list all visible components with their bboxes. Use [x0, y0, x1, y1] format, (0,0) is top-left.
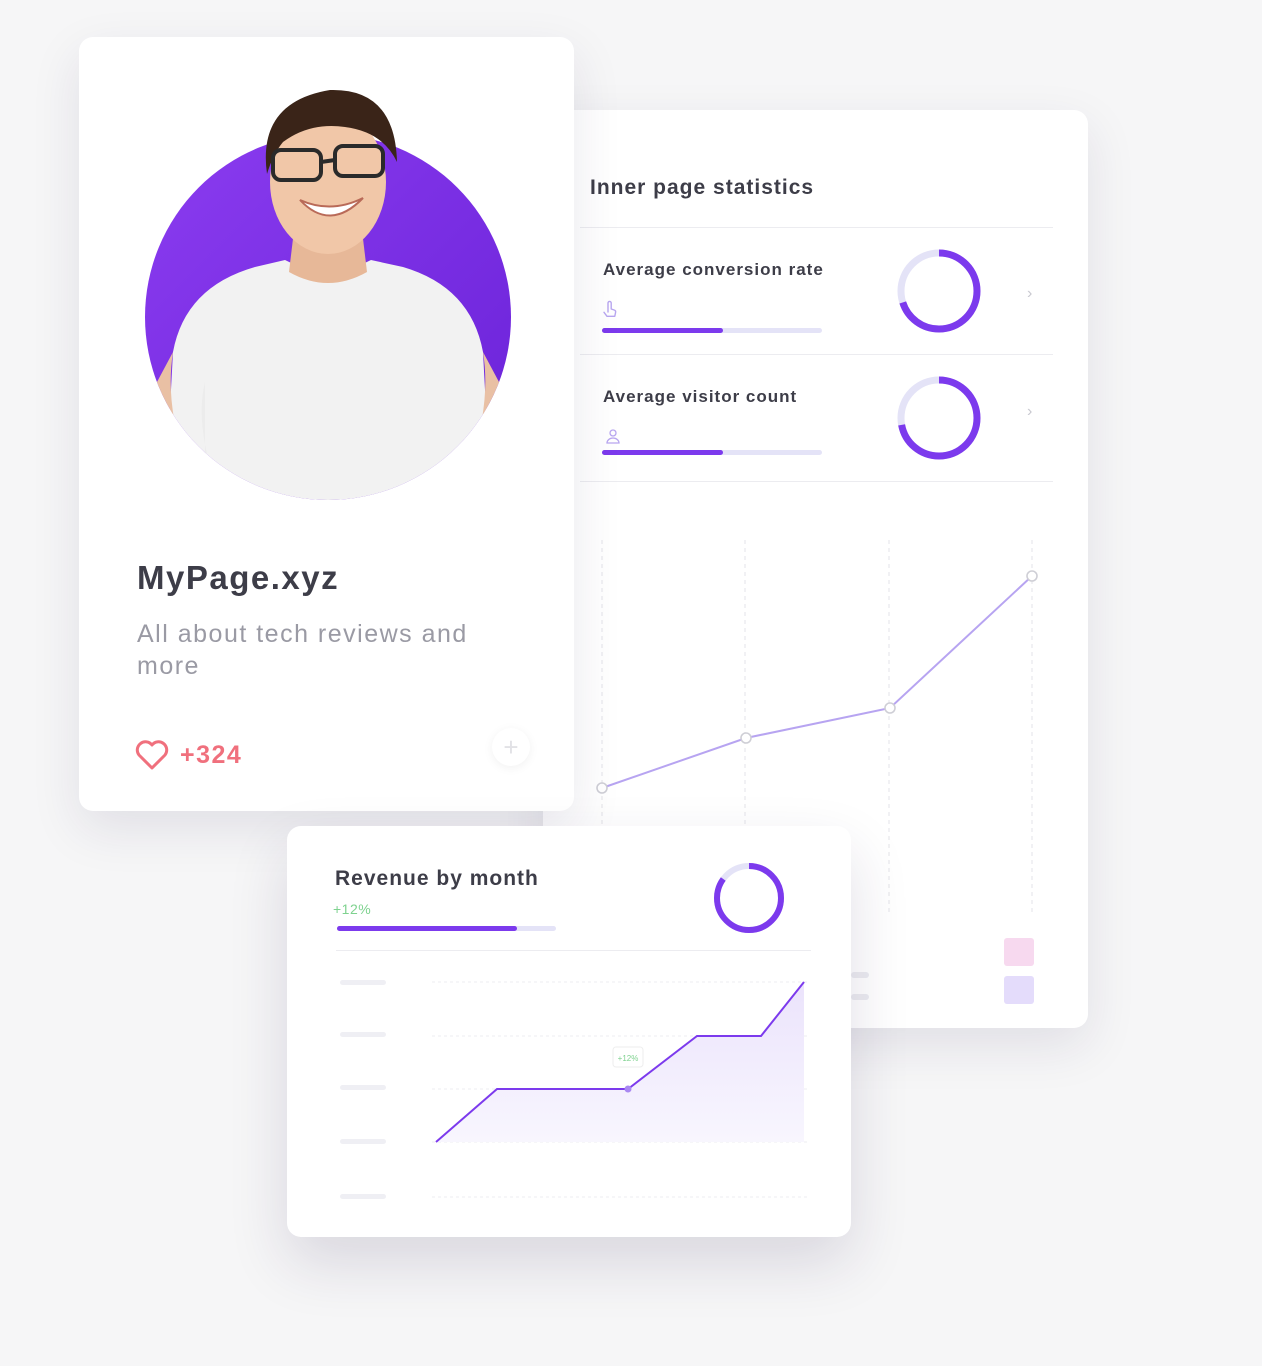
chevron-right-icon[interactable]: › [1027, 403, 1032, 421]
revenue-area-chart: +12% [340, 980, 807, 1199]
divider [580, 481, 1053, 482]
metric-label: Average conversion rate [603, 260, 824, 279]
divider [580, 354, 1053, 355]
add-button[interactable]: + [492, 728, 530, 766]
heart-icon[interactable] [135, 739, 169, 771]
chart-tooltip-label: +12% [618, 1054, 639, 1063]
revenue-progress-fill [337, 926, 517, 931]
conversion-donut-chart [897, 249, 981, 333]
revenue-donut-chart [714, 863, 784, 933]
user-icon [606, 429, 620, 444]
divider [336, 950, 811, 951]
chart-point [624, 1085, 632, 1093]
chart-point [884, 702, 896, 714]
visitors-progress-fill [602, 450, 723, 455]
visitors-progress-bar [602, 450, 822, 455]
conversion-progress-bar [602, 328, 822, 333]
chart-point [1026, 570, 1038, 582]
visitors-donut-chart [897, 376, 981, 460]
site-tagline: All about tech reviews and more [137, 620, 468, 680]
divider [580, 227, 1053, 228]
metric-label: Average visitor count [603, 387, 798, 406]
chart-point [740, 732, 752, 744]
site-name: MyPage.xyz [137, 559, 340, 596]
stats-title: Inner page statistics [590, 176, 815, 199]
like-count: +324 [180, 741, 243, 769]
chart-point [596, 782, 608, 794]
chart-line [601, 575, 1033, 789]
y-axis-placeholder-labels [340, 980, 386, 1199]
revenue-progress-bar [337, 926, 556, 931]
pointer-icon [603, 300, 617, 317]
revenue-change: +12% [333, 901, 372, 917]
placeholder-bar [851, 994, 869, 1000]
profile-card: MyPage.xyz All about tech reviews and mo… [79, 37, 574, 811]
legend-swatch-pink [1004, 938, 1034, 966]
chevron-right-icon[interactable]: › [1027, 285, 1032, 303]
legend-swatch-lavender [1004, 976, 1034, 1004]
revenue-title: Revenue by month [335, 867, 539, 890]
avatar [145, 89, 511, 500]
plus-icon: + [503, 731, 519, 762]
placeholder-bar [851, 972, 869, 978]
revenue-card: Revenue by month +12% +12% [287, 826, 851, 1237]
conversion-progress-fill [602, 328, 723, 333]
